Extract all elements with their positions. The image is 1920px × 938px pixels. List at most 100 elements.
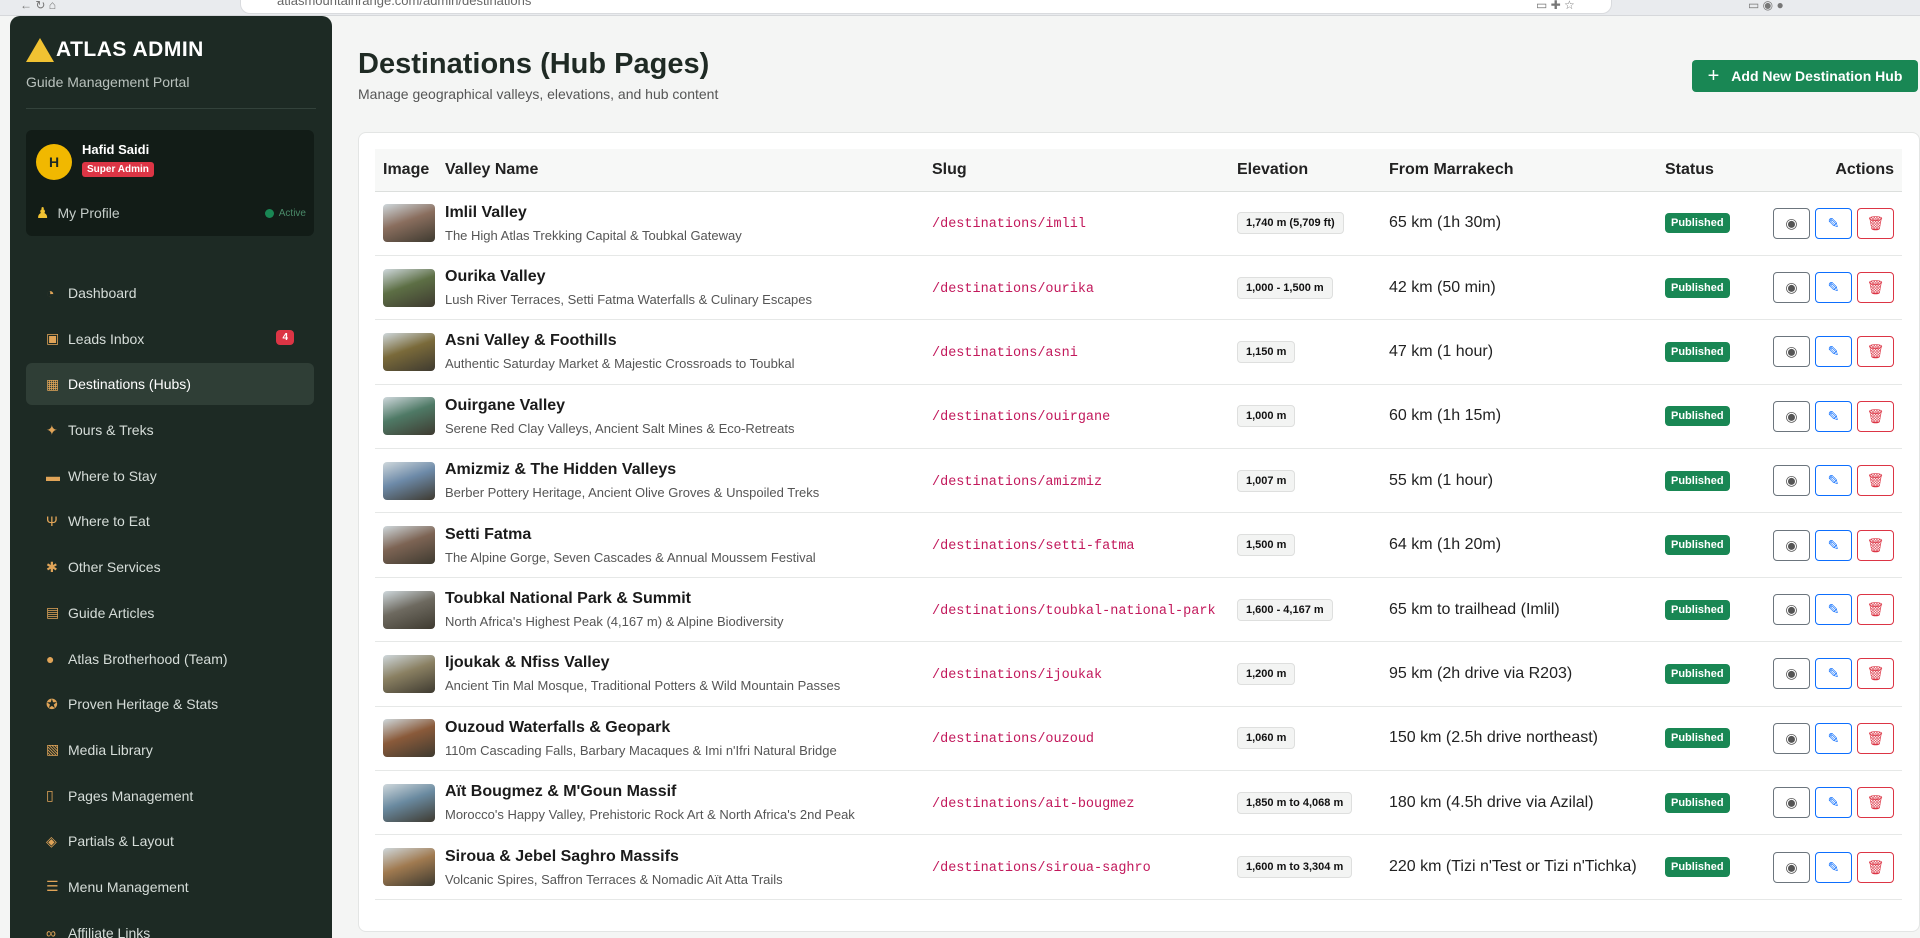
valley-name: Amizmiz & The Hidden Valleys: [445, 461, 677, 479]
page-title: Destinations (Hub Pages): [358, 48, 710, 80]
sidebar-item-destinations-hubs[interactable]: ▦ Destinations (Hubs): [26, 363, 314, 406]
sidebar-item-menu-management[interactable]: ☰ Menu Management: [26, 866, 314, 908]
sidebar-item-dashboard[interactable]: ◔ Dashboard: [26, 272, 314, 314]
browser-action-icons[interactable]: ▭ ✚ ☆: [1536, 0, 1575, 12]
eye-icon: ◉: [1785, 858, 1798, 875]
eye-icon: ◉: [1785, 472, 1798, 489]
distance-from-marrakech: 180 km (4.5h drive via Azilal): [1389, 793, 1594, 811]
actions-cell: ◉ ✎ 🗑: [1755, 191, 1902, 256]
user-cog-icon: ♟: [36, 205, 50, 222]
sidebar-item-proven-heritage-stats[interactable]: ✪ Proven Heritage & Stats: [26, 683, 314, 725]
delete-button[interactable]: 🗑: [1857, 851, 1894, 883]
sidebar-item-label: Partials & Layout: [68, 833, 174, 850]
trash-icon: 🗑: [1866, 407, 1885, 424]
valley-name: Siroua & Jebel Saghro Massifs: [445, 847, 679, 865]
sidebar-item-where-to-stay[interactable]: ▬ Where to Stay: [26, 455, 314, 497]
view-button[interactable]: ◉: [1773, 400, 1810, 432]
view-button[interactable]: ◉: [1773, 787, 1810, 819]
users-icon: ●: [46, 650, 55, 667]
delete-button[interactable]: 🗑: [1857, 400, 1894, 432]
table-row: Toubkal National Park & Summit North Afri…: [375, 577, 1902, 643]
file-icon: ▯: [46, 787, 54, 804]
add-destination-button[interactable]: + Add New Destination Hub: [1692, 60, 1918, 92]
edit-button[interactable]: ✎: [1815, 207, 1852, 239]
sidebar-item-pages-management[interactable]: ▯ Pages Management: [26, 775, 314, 817]
edit-button[interactable]: ✎: [1815, 400, 1852, 432]
link-icon: ∞: [46, 924, 56, 938]
sidebar-item-partials-layout[interactable]: ◈ Partials & Layout: [26, 820, 314, 862]
sidebar-item-media-library[interactable]: ▧ Media Library: [26, 729, 314, 771]
elevation-cell: 1,740 m (5,709 ft): [1237, 191, 1389, 256]
delete-button[interactable]: 🗑: [1857, 272, 1894, 304]
view-button[interactable]: ◉: [1773, 336, 1810, 368]
delete-button[interactable]: 🗑: [1857, 336, 1894, 368]
edit-button[interactable]: ✎: [1815, 787, 1852, 819]
slug: /destinations/asni: [932, 345, 1078, 361]
sidebar-item-guide-articles[interactable]: ▤ Guide Articles: [26, 592, 314, 634]
col-header-slug: Slug: [932, 149, 1237, 192]
elevation-badge: 1,007 m: [1237, 469, 1296, 492]
slug: /destinations/imlil: [932, 217, 1086, 233]
delete-button[interactable]: 🗑: [1857, 529, 1894, 561]
browser-nav-icons[interactable]: ← ↻ ⌂: [20, 0, 56, 12]
trash-icon: 🗑: [1866, 858, 1885, 875]
status-cell: Published: [1665, 319, 1755, 385]
sidebar-item-atlas-brotherhood-team[interactable]: ● Atlas Brotherhood (Team): [26, 638, 314, 680]
view-button[interactable]: ◉: [1773, 529, 1810, 561]
elevation-badge: 1,000 m: [1237, 405, 1296, 428]
delete-button[interactable]: 🗑: [1857, 787, 1894, 819]
status-cell: Published: [1665, 448, 1755, 514]
table-row: Ijoukak & Nfiss Valley Ancient Tin Mal Mo…: [375, 641, 1902, 707]
view-button[interactable]: ◉: [1773, 722, 1810, 754]
edit-button[interactable]: ✎: [1815, 594, 1852, 626]
sidebar-item-affiliate-links[interactable]: ∞ Affiliate Links: [26, 912, 314, 938]
brand[interactable]: ATLAS ADMIN: [26, 38, 204, 62]
valley-name: Ourika Valley: [445, 268, 546, 286]
edit-button[interactable]: ✎: [1815, 851, 1852, 883]
from-marrakech-cell: 150 km (2.5h drive northeast): [1389, 706, 1665, 772]
valley-description: North Africa's Highest Peak (4,167 m) & …: [445, 614, 784, 630]
trash-icon: 🗑: [1866, 794, 1885, 811]
sidebar-item-label: Atlas Brotherhood (Team): [68, 650, 228, 667]
browser-extension-icons[interactable]: ▭ ◉ ●: [1748, 0, 1784, 12]
view-button[interactable]: ◉: [1773, 851, 1810, 883]
sidebar-item-leads-inbox[interactable]: ▣ Leads Inbox 4: [26, 318, 314, 360]
valley-description: Authentic Saturday Market & Majestic Cro…: [445, 356, 795, 372]
slug-cell: /destinations/ijoukak: [932, 641, 1237, 707]
edit-button[interactable]: ✎: [1815, 529, 1852, 561]
profile-name: Hafid Saidi: [82, 142, 150, 157]
sidebar-item-tours-treks[interactable]: ✦ Tours & Treks: [26, 409, 314, 451]
delete-button[interactable]: 🗑: [1857, 658, 1894, 690]
edit-button[interactable]: ✎: [1815, 272, 1852, 304]
delete-button[interactable]: 🗑: [1857, 594, 1894, 626]
valley-description: Lush River Terraces, Setti Fatma Waterfa…: [445, 292, 813, 308]
view-button[interactable]: ◉: [1773, 658, 1810, 690]
edit-button[interactable]: ✎: [1815, 658, 1852, 690]
view-button[interactable]: ◉: [1773, 207, 1810, 239]
valley-description: Serene Red Clay Valleys, Ancient Salt Mi…: [445, 420, 795, 436]
image-cell: [375, 706, 445, 772]
address-bar[interactable]: atlasmountainrange.com/admin/destination…: [240, 0, 1612, 14]
gears-icon: ✱: [46, 558, 58, 575]
sidebar-item-where-to-eat[interactable]: Ψ Where to Eat: [26, 500, 314, 542]
valley-name-cell: Ourika Valley Lush River Terraces, Setti …: [445, 255, 932, 321]
view-button[interactable]: ◉: [1773, 465, 1810, 497]
edit-button[interactable]: ✎: [1815, 465, 1852, 497]
slug: /destinations/ijoukak: [932, 667, 1103, 683]
sidebar-item-other-services[interactable]: ✱ Other Services: [26, 546, 314, 588]
valley-name-cell: Ouzoud Waterfalls & Geopark 110m Cascadin…: [445, 706, 932, 772]
delete-button[interactable]: 🗑: [1857, 722, 1894, 754]
delete-button[interactable]: 🗑: [1857, 465, 1894, 497]
image-cell: [375, 577, 445, 643]
view-button[interactable]: ◉: [1773, 272, 1810, 304]
view-button[interactable]: ◉: [1773, 594, 1810, 626]
my-profile-link[interactable]: ♟ My Profile: [36, 204, 120, 222]
eye-icon: ◉: [1785, 407, 1798, 424]
edit-button[interactable]: ✎: [1815, 722, 1852, 754]
destination-thumbnail: [383, 268, 435, 307]
valley-name: Ijoukak & Nfiss Valley: [445, 654, 610, 672]
delete-button[interactable]: 🗑: [1857, 207, 1894, 239]
edit-button[interactable]: ✎: [1815, 336, 1852, 368]
image-cell: [375, 384, 445, 450]
elevation-cell: 1,500 m: [1237, 512, 1389, 578]
